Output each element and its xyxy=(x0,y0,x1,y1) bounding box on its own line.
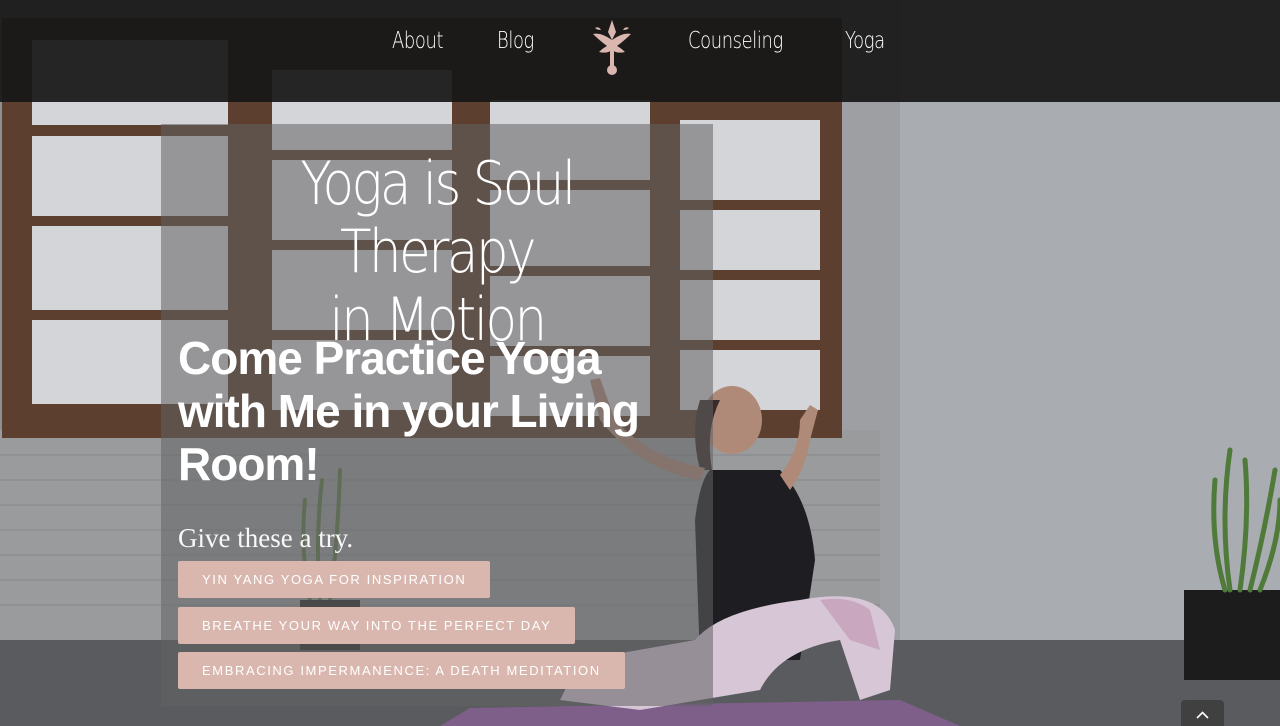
breathe-perfect-day-button[interactable]: Breathe Your Way into the Perfect Day xyxy=(178,607,576,644)
nav-item-yoga[interactable]: Yoga xyxy=(845,28,885,54)
hero-subheading-line-2: with Me in your Living xyxy=(178,385,640,437)
hero-headline: Yoga is Soul Therapy in Motion xyxy=(200,150,675,354)
nav-item-about[interactable]: About xyxy=(392,28,443,54)
nav-item-counseling[interactable]: Counseling xyxy=(688,28,783,54)
hero-headline-line-1: Yoga is Soul Therapy xyxy=(300,149,576,287)
top-navigation: About Blog Counseling Yoga xyxy=(0,0,1280,102)
hero-subheading-line-3: Room! xyxy=(178,438,320,490)
death-meditation-button[interactable]: Embracing Impermanence: A Death Meditati… xyxy=(178,652,625,689)
try-these-text: Give these a try. xyxy=(178,523,354,553)
yin-yang-yoga-button[interactable]: Yin Yang Yoga for Inspiration xyxy=(178,561,491,598)
chevron-up-icon xyxy=(1196,711,1209,719)
page: About Blog Counseling Yoga Yoga is Soul … xyxy=(0,0,1280,726)
lotus-logo-icon[interactable] xyxy=(589,18,635,78)
hero-subheading-line-1: Come Practice Yoga xyxy=(178,332,602,384)
scroll-to-top-button[interactable] xyxy=(1181,700,1224,726)
hero-subheading: Come Practice Yoga with Me in your Livin… xyxy=(178,332,698,491)
nav-item-blog[interactable]: Blog xyxy=(497,28,534,54)
